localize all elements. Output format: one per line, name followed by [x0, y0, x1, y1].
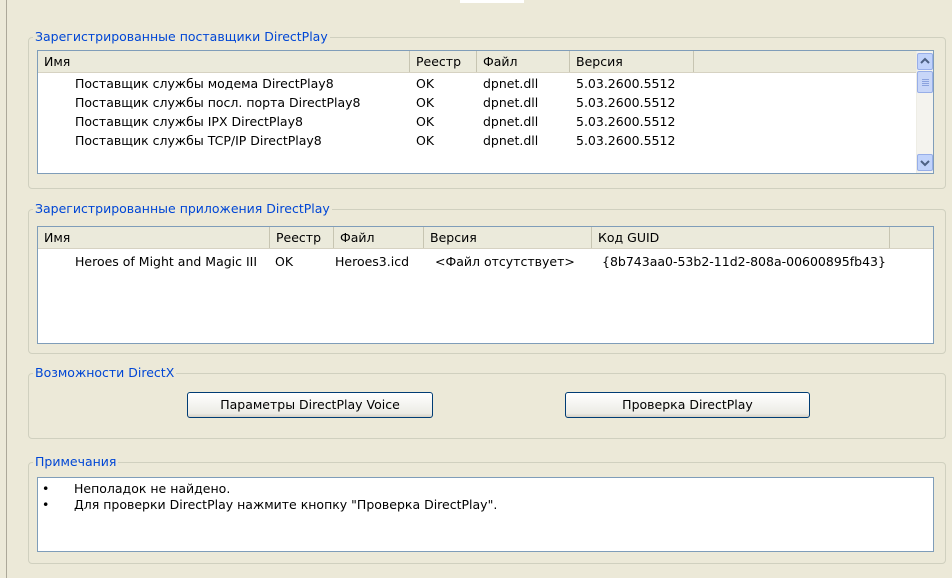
provider-name: Поставщик службы TCP/IP DirectPlay8	[75, 133, 322, 148]
providers-group-title: Зарегистрированные поставщики DirectPlay	[33, 29, 330, 45]
provider-registry: OK	[416, 76, 435, 91]
capabilities-group-title: Возможности DirectX	[33, 365, 177, 381]
table-row[interactable]: Поставщик службы модема DirectPlay8 OK d…	[38, 74, 918, 93]
provider-version: 5.03.2600.5512	[576, 95, 676, 110]
applications-col-registry[interactable]: Реестр	[270, 227, 334, 248]
providers-col-registry[interactable]: Реестр	[410, 51, 477, 72]
provider-version: 5.03.2600.5512	[576, 133, 676, 148]
provider-version: 5.03.2600.5512	[576, 114, 676, 129]
provider-name: Поставщик службы модема DirectPlay8	[75, 76, 334, 91]
notes-group-title: Примечания	[33, 454, 119, 470]
applications-col-file[interactable]: Файл	[334, 227, 424, 248]
application-registry: OK	[275, 254, 294, 269]
providers-col-file[interactable]: Файл	[477, 51, 570, 72]
table-row[interactable]: Поставщик службы посл. порта DirectPlay8…	[38, 93, 918, 112]
applications-group: Зарегистрированные приложения DirectPlay…	[28, 201, 946, 354]
notes-box[interactable]: • Неполадок не найдено. • Для проверки D…	[37, 477, 934, 552]
providers-list-header: Имя Реестр Файл Версия	[38, 51, 918, 73]
providers-list[interactable]: Имя Реестр Файл Версия Поставщик службы …	[37, 50, 934, 174]
provider-name: Поставщик службы IPX DirectPlay8	[75, 114, 303, 129]
note-text: Для проверки DirectPlay нажмите кнопку "…	[74, 497, 498, 512]
bullet-icon: •	[42, 497, 50, 512]
provider-registry: OK	[416, 95, 435, 110]
applications-group-title: Зарегистрированные приложения DirectPlay	[33, 201, 332, 217]
provider-file: dpnet.dll	[483, 76, 539, 91]
provider-registry: OK	[416, 133, 435, 148]
window-left-edge	[6, 0, 7, 578]
table-row[interactable]: Heroes of Might and Magic III OK Heroes3…	[38, 252, 933, 271]
applications-col-name[interactable]: Имя	[38, 227, 270, 248]
applications-col-guid[interactable]: Код GUID	[592, 227, 890, 248]
application-file: Heroes3.icd	[335, 254, 410, 269]
provider-file: dpnet.dll	[483, 95, 539, 110]
application-guid: {8b743aa0-53b2-11d2-808a-00600895fb43}	[602, 254, 886, 269]
chevron-up-icon[interactable]	[917, 53, 933, 70]
providers-col-name[interactable]: Имя	[38, 51, 410, 72]
test-directplay-button[interactable]: Проверка DirectPlay	[565, 392, 810, 418]
notes-group: Примечания • Неполадок не найдено. • Для…	[28, 454, 946, 564]
providers-group: Зарегистрированные поставщики DirectPlay…	[28, 29, 946, 189]
provider-file: dpnet.dll	[483, 133, 539, 148]
capabilities-group: Возможности DirectX Параметры DirectPlay…	[28, 365, 946, 439]
applications-col-version[interactable]: Версия	[424, 227, 592, 248]
application-version: <Файл отсутствует>	[435, 254, 575, 269]
table-row[interactable]: Поставщик службы TCP/IP DirectPlay8 OK d…	[38, 131, 918, 150]
provider-file: dpnet.dll	[483, 114, 539, 129]
chevron-down-icon[interactable]	[917, 154, 933, 171]
application-name: Heroes of Might and Magic III	[75, 254, 258, 269]
table-row[interactable]: Поставщик службы IPX DirectPlay8 OK dpne…	[38, 112, 918, 131]
applications-list-header: Имя Реестр Файл Версия Код GUID	[38, 227, 933, 249]
provider-version: 5.03.2600.5512	[576, 76, 676, 91]
provider-name: Поставщик службы посл. порта DirectPlay8	[75, 95, 361, 110]
providers-scroll-thumb[interactable]	[917, 71, 933, 93]
providers-scrollbar[interactable]	[916, 51, 933, 173]
providers-col-version[interactable]: Версия	[570, 51, 694, 72]
applications-list[interactable]: Имя Реестр Файл Версия Код GUID Heroes o…	[37, 226, 934, 344]
window-top-strip	[460, 0, 524, 3]
directplay-voice-button[interactable]: Параметры DirectPlay Voice	[187, 392, 433, 418]
note-text: Неполадок не найдено.	[74, 481, 231, 496]
bullet-icon: •	[42, 481, 50, 496]
provider-registry: OK	[416, 114, 435, 129]
